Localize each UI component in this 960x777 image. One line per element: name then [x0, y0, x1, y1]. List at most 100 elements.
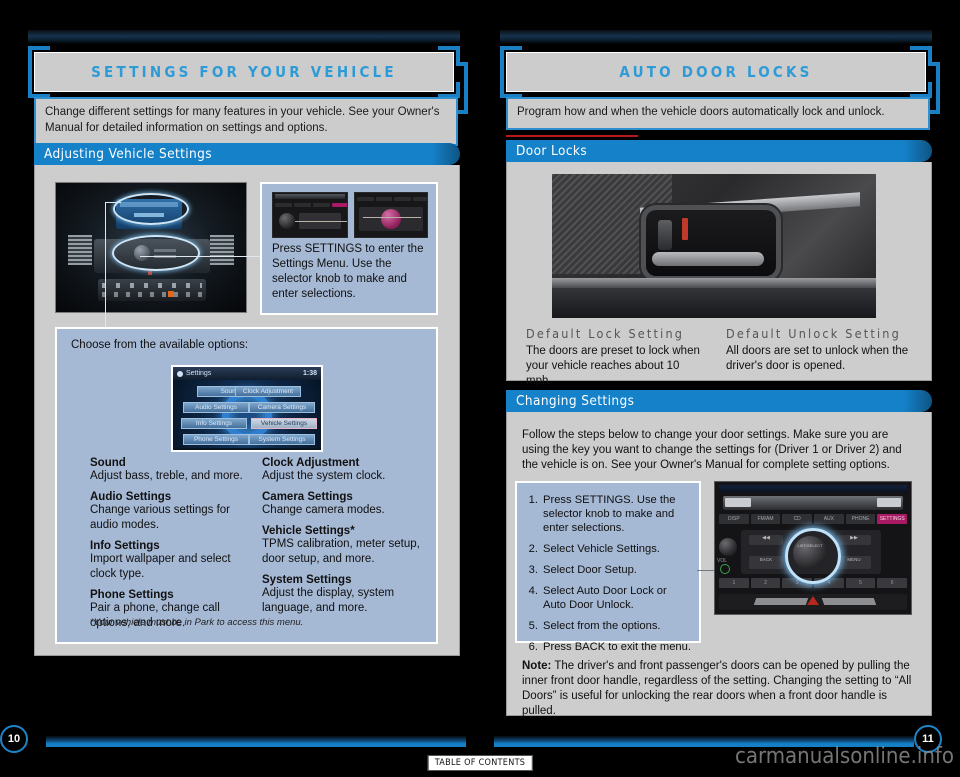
leader-line-to-callout	[140, 256, 260, 257]
left-title-block: SETTINGS FOR YOUR VEHICLE	[28, 46, 468, 114]
bracket-right-lower	[928, 82, 932, 98]
option-name: Sound	[90, 457, 126, 469]
step-text: Select from the options.	[543, 620, 661, 632]
section-header-shade	[904, 140, 932, 162]
options-column-1: Sound Adjust bass, treble, and more. Aud…	[90, 457, 250, 631]
nav-item-vehicle-settings[interactable]: Vehicle Settings	[251, 418, 317, 429]
steps-box: 1. Press SETTINGS. Use the selector knob …	[515, 481, 701, 653]
options-box: Choose from the available options: Setti…	[55, 327, 438, 644]
nav-item-phone-settings[interactable]: Phone Settings	[183, 434, 249, 445]
left-page: SETTINGS FOR YOUR VEHICLE Change differe…	[0, 0, 480, 777]
settings-dot-icon	[177, 370, 183, 377]
option-item: Camera Settings Change camera modes.	[262, 491, 422, 518]
preset-2[interactable]: 2	[750, 578, 781, 588]
right-page: AUTO DOOR LOCKS Program how and when the…	[480, 0, 960, 777]
option-desc: Change camera modes.	[262, 503, 385, 516]
right-subtitle: Program how and when the vehicle doors a…	[506, 97, 930, 130]
radio-selector-knob[interactable]	[793, 536, 827, 570]
bracket-outer-top	[928, 62, 940, 66]
step-number: 4.	[528, 585, 538, 597]
radio-btn-disp[interactable]: DISP	[719, 514, 749, 524]
note-text: The driver's and front passenger's doors…	[522, 660, 912, 717]
bracket-outer-right	[464, 62, 468, 114]
step-number: 6.	[528, 641, 538, 653]
leader-line-display-hook	[105, 202, 121, 203]
table-of-contents-button[interactable]: TABLE OF CONTENTS	[427, 755, 533, 771]
default-lock-setting: Default Lock Setting The doors are prese…	[526, 326, 706, 389]
nav-item-system-settings[interactable]: System Settings	[249, 434, 315, 445]
bracket-left	[500, 46, 504, 98]
thumbnail-leader	[295, 221, 347, 222]
radio-panel-photo: DISP FM/AM CD AUX PHONE SETTINGS VOL ◀◀ …	[714, 481, 912, 615]
radio-btn-cd[interactable]: CD	[782, 514, 813, 524]
step-item: 6. Press BACK to exit the menu.	[523, 640, 691, 654]
top-gradient-strip-left	[28, 30, 460, 44]
step-item: 5. Select from the options.	[523, 619, 691, 633]
nav-selector-ring	[222, 390, 272, 441]
option-item: Clock Adjustment Adjust the system clock…	[262, 457, 422, 484]
radio-btn	[275, 203, 292, 207]
nav-item-clock-adjustment[interactable]: Clock Adjustment	[235, 386, 301, 397]
option-item: System Settings Adjust the display, syst…	[262, 574, 422, 616]
nav-screen-titlebar: Settings 1:38	[173, 367, 321, 380]
option-desc: Import wallpaper and select clock type.	[90, 552, 231, 580]
highlight-ellipse-display	[113, 193, 189, 225]
right-title-block: AUTO DOOR LOCKS	[500, 46, 940, 114]
radio-btn-aux[interactable]: AUX	[814, 514, 844, 524]
page-number-left: 10	[0, 725, 28, 753]
preset-5[interactable]: 5	[845, 578, 876, 588]
settings-menu-screen: Settings 1:38 Sound Audio Settings Info …	[171, 365, 323, 452]
radio-menu-button[interactable]: MENU	[837, 556, 871, 569]
watermark: carmanualsonline.info	[735, 744, 954, 769]
step-item: 1. Press SETTINGS. Use the selector knob …	[523, 493, 691, 535]
default-unlock-desc: All doors are set to unlock when the dri…	[726, 345, 909, 372]
page-title-bar: AUTO DOOR LOCKS	[506, 52, 926, 92]
preset-1[interactable]: 1	[719, 578, 749, 588]
nav-item-info-settings[interactable]: Info Settings	[181, 418, 247, 429]
bracket-outer-top	[456, 62, 468, 66]
radio-btn-fmam[interactable]: FM/AM	[750, 514, 781, 524]
page-title-bar: SETTINGS FOR YOUR VEHICLE	[34, 52, 454, 92]
step-text: Select Vehicle Settings.	[543, 543, 660, 555]
preset-6[interactable]: 6	[877, 578, 908, 588]
bracket-right-lower	[456, 82, 460, 98]
settings-callout-box: Press SETTINGS to enter the Settings Men…	[260, 182, 438, 315]
highlight-ellipse-knob	[112, 235, 200, 271]
option-item: Sound Adjust bass, treble, and more.	[90, 457, 250, 484]
step-item: 2. Select Vehicle Settings.	[523, 542, 691, 556]
nav-item-audio-settings[interactable]: Audio Settings	[183, 402, 249, 413]
bracket-top-left	[28, 46, 50, 50]
note-block: Note: The driver's and front passenger's…	[522, 659, 914, 719]
option-item: Vehicle Settings* TPMS calibration, mete…	[262, 525, 422, 567]
option-desc: Adjust the system clock.	[262, 470, 386, 482]
radio-btn	[294, 203, 311, 207]
radio-thumbnail-1	[272, 192, 348, 238]
radio-btn-phone[interactable]: PHONE	[845, 514, 876, 524]
section-header-door-locks: Door Locks	[506, 140, 932, 162]
radio-thumbnail-2	[354, 192, 428, 238]
radio-btn	[375, 197, 392, 201]
options-column-2: Clock Adjustment Adjust the system clock…	[262, 457, 422, 616]
radio-source-buttons: DISP FM/AM CD AUX PHONE SETTINGS	[719, 514, 908, 524]
adjusting-vehicle-settings-section: Adjusting Vehicle Settings	[34, 143, 460, 165]
door-locks-section: Door Locks	[506, 140, 932, 162]
hazard-icon[interactable]	[807, 596, 819, 605]
step-text: Select Door Setup.	[543, 564, 637, 576]
red-accent-line	[506, 135, 638, 137]
step-number: 2.	[528, 543, 538, 555]
page-title: SETTINGS FOR YOUR VEHICLE	[91, 63, 397, 81]
option-name: Camera Settings	[262, 490, 353, 503]
option-desc: TPMS calibration, meter setup, door setu…	[262, 537, 420, 565]
top-gradient-strip-right	[500, 30, 932, 44]
radio-btn	[313, 203, 330, 207]
radio-btn-settings[interactable]: SETTINGS	[877, 514, 908, 524]
callout-text: Press SETTINGS to enter the Settings Men…	[272, 243, 424, 300]
nav-item-camera-settings[interactable]: Camera Settings	[249, 402, 315, 413]
options-intro: Choose from the available options:	[71, 339, 249, 351]
radio-btn	[412, 197, 427, 201]
volume-knob[interactable]	[719, 538, 737, 556]
radio-settings-btn	[332, 203, 347, 207]
radio-selector-label: LIST/SELECT	[797, 543, 823, 548]
nav-screen-body: Sound Audio Settings Info Settings Phone…	[173, 380, 321, 448]
radio-back-button[interactable]: BACK	[749, 556, 783, 569]
